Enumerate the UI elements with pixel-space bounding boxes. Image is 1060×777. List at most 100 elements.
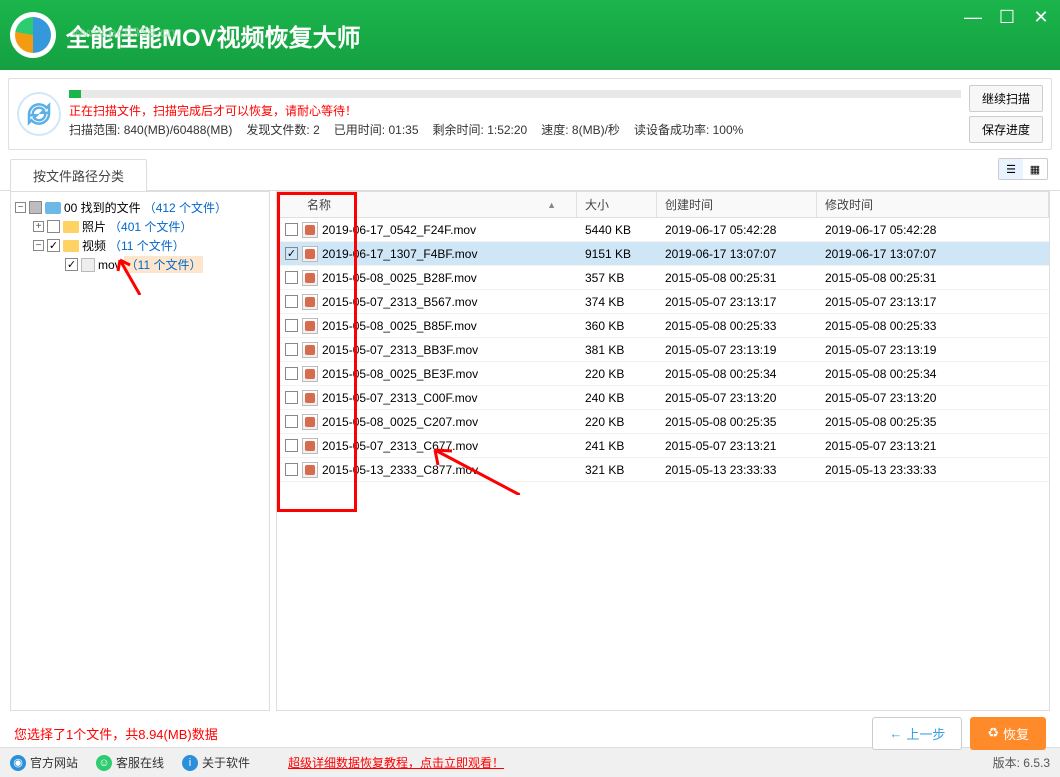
- file-checkbox[interactable]: [285, 391, 298, 404]
- expander-icon[interactable]: −: [15, 202, 26, 213]
- file-row[interactable]: 2019-06-17_1307_F4BF.mov 9151 KB2019-06-1…: [277, 242, 1049, 266]
- file-checkbox[interactable]: [285, 463, 298, 476]
- file-size: 357 KB: [577, 271, 657, 285]
- file-mtime: 2015-05-07 23:13:19: [817, 343, 1049, 357]
- file-checkbox[interactable]: [285, 367, 298, 380]
- file-row[interactable]: 2015-05-07_2313_B567.mov374 KB2015-05-07…: [277, 290, 1049, 314]
- file-row[interactable]: 2015-05-08_0025_BE3F.mov220 KB2015-05-08…: [277, 362, 1049, 386]
- tree-mov[interactable]: mov （11 个文件）: [15, 255, 265, 274]
- scan-message: 正在扫描文件，扫描完成后才可以恢复，请耐心等待！: [69, 102, 961, 119]
- tree-checkbox[interactable]: [47, 239, 60, 252]
- file-ctime: 2015-05-07 23:13:20: [657, 391, 817, 405]
- tab-path-group[interactable]: 按文件路径分类: [10, 159, 147, 191]
- file-name: 2015-05-07_2313_C677.mov: [322, 439, 478, 453]
- file-row[interactable]: 2015-05-07_2313_C00F.mov 240 KB2015-05-07…: [277, 386, 1049, 410]
- file-name: 2015-05-07_2313_C00F.mov: [322, 391, 477, 405]
- mov-file-icon: [302, 294, 318, 310]
- file-name: 2015-05-13_2333_C877.mov: [322, 463, 478, 477]
- file-name: 2015-05-07_2313_BB3F.mov: [322, 343, 478, 357]
- tree-label: 照片: [82, 218, 106, 235]
- file-name: 2015-05-08_0025_C207.mov: [322, 415, 478, 429]
- recover-button[interactable]: ♻恢复: [970, 717, 1046, 750]
- file-ctime: 2015-05-08 00:25:34: [657, 367, 817, 381]
- mov-file-icon: [302, 222, 318, 238]
- file-checkbox[interactable]: [285, 223, 298, 236]
- minimize-button[interactable]: —: [962, 6, 984, 28]
- file-size: 240 KB: [577, 391, 657, 405]
- tree-photos[interactable]: + 照片 （401 个文件）: [15, 217, 265, 236]
- tree-count: （412 个文件）: [144, 199, 227, 216]
- scan-detail: 扫描范围: 840(MB)/60488(MB) 发现文件数: 2 已用时间: 0…: [69, 121, 961, 138]
- file-size: 381 KB: [577, 343, 657, 357]
- tree-label: 视频: [82, 237, 106, 254]
- file-name: 2015-05-08_0025_B85F.mov: [322, 319, 477, 333]
- recycle-icon: ♻: [987, 725, 999, 741]
- file-name: 2015-05-08_0025_BE3F.mov: [322, 367, 478, 381]
- tree-root[interactable]: − 00 找到的文件 （412 个文件）: [15, 198, 265, 217]
- continue-scan-button[interactable]: 继续扫描: [969, 85, 1043, 112]
- file-ctime: 2015-05-13 23:33:33: [657, 463, 817, 477]
- file-ctime: 2019-06-17 13:07:07: [657, 247, 817, 261]
- tree-checkbox[interactable]: [29, 201, 42, 214]
- tree-videos[interactable]: − 视频 （11 个文件）: [15, 236, 265, 255]
- file-checkbox[interactable]: [285, 439, 298, 452]
- file-checkbox[interactable]: [285, 271, 298, 284]
- info-icon: i: [182, 755, 198, 771]
- list-view-button[interactable]: ☰: [999, 159, 1023, 179]
- selection-summary: 您选择了1个文件，共8.94(MB)数据: [14, 724, 218, 743]
- col-mtime[interactable]: 修改时间: [817, 192, 1049, 217]
- grid-view-button[interactable]: ▦: [1023, 159, 1047, 179]
- arrow-left-icon: ←: [889, 726, 902, 741]
- save-progress-button[interactable]: 保存进度: [969, 116, 1043, 143]
- file-row[interactable]: 2019-06-17_0542_F24F.mov5440 KB2019-06-1…: [277, 218, 1049, 242]
- file-name: 2019-06-17_1307_F4BF.mov: [322, 247, 477, 261]
- expander-icon[interactable]: +: [33, 221, 44, 232]
- file-size: 360 KB: [577, 319, 657, 333]
- file-checkbox[interactable]: [285, 319, 298, 332]
- file-checkbox[interactable]: [285, 295, 298, 308]
- file-row[interactable]: 2015-05-08_0025_C207.mov220 KB2015-05-08…: [277, 410, 1049, 434]
- folder-tree[interactable]: − 00 找到的文件 （412 个文件） + 照片 （401 个文件） − 视频…: [10, 191, 270, 711]
- tab-bar: 按文件路径分类 ☰ ▦: [0, 158, 1060, 191]
- tree-checkbox[interactable]: [65, 258, 78, 271]
- sort-asc-icon: ▲: [547, 200, 556, 210]
- file-ctime: 2015-05-07 23:13:21: [657, 439, 817, 453]
- file-ctime: 2019-06-17 05:42:28: [657, 223, 817, 237]
- app-title: 全能佳能MOV视频恢复大师: [66, 18, 361, 53]
- mov-file-icon: [302, 438, 318, 454]
- customer-service-link[interactable]: ☺客服在线: [96, 754, 164, 771]
- col-name[interactable]: 名称▲: [277, 192, 577, 217]
- tree-count: （11 个文件）: [109, 237, 185, 254]
- mov-file-icon: [302, 318, 318, 334]
- file-mtime: 2015-05-08 00:25:35: [817, 415, 1049, 429]
- file-checkbox[interactable]: [285, 247, 298, 260]
- mov-file-icon: [302, 342, 318, 358]
- tree-checkbox[interactable]: [47, 220, 60, 233]
- file-mtime: 2015-05-07 23:13:21: [817, 439, 1049, 453]
- file-row[interactable]: 2015-05-08_0025_B85F.mov360 KB2015-05-08…: [277, 314, 1049, 338]
- file-checkbox[interactable]: [285, 343, 298, 356]
- file-ctime: 2015-05-08 00:25:31: [657, 271, 817, 285]
- col-size[interactable]: 大小: [577, 192, 657, 217]
- expander-icon[interactable]: −: [33, 240, 44, 251]
- tree-count: （401 个文件）: [109, 218, 192, 235]
- file-row[interactable]: 2015-05-07_2313_BB3F.mov 381 KB 2015-05-07…: [277, 338, 1049, 362]
- file-name: 2015-05-08_0025_B28F.mov: [322, 271, 477, 285]
- official-site-link[interactable]: ◉官方网站: [10, 754, 78, 771]
- file-row[interactable]: 2015-05-08_0025_B28F.mov 357 KB2015-05-08…: [277, 266, 1049, 290]
- file-row[interactable]: 2015-05-13_2333_C877.mov321 KB2015-05-13…: [277, 458, 1049, 482]
- filetype-icon: [81, 258, 95, 272]
- file-row[interactable]: 2015-05-07_2313_C677.mov241 KB2015-05-07…: [277, 434, 1049, 458]
- drive-icon: [45, 202, 61, 214]
- col-ctime[interactable]: 创建时间: [657, 192, 817, 217]
- about-link[interactable]: i关于软件: [182, 754, 250, 771]
- maximize-button[interactable]: ☐: [996, 6, 1018, 28]
- folder-icon: [63, 221, 79, 233]
- scan-spinner-icon: [17, 92, 61, 136]
- tutorial-link[interactable]: 超级详细数据恢复教程，点击立即观看！: [288, 754, 504, 771]
- file-checkbox[interactable]: [285, 415, 298, 428]
- mov-file-icon: [302, 462, 318, 478]
- file-size: 9151 KB: [577, 247, 657, 261]
- close-button[interactable]: ✕: [1030, 6, 1052, 28]
- prev-step-button[interactable]: ←上一步: [872, 717, 962, 750]
